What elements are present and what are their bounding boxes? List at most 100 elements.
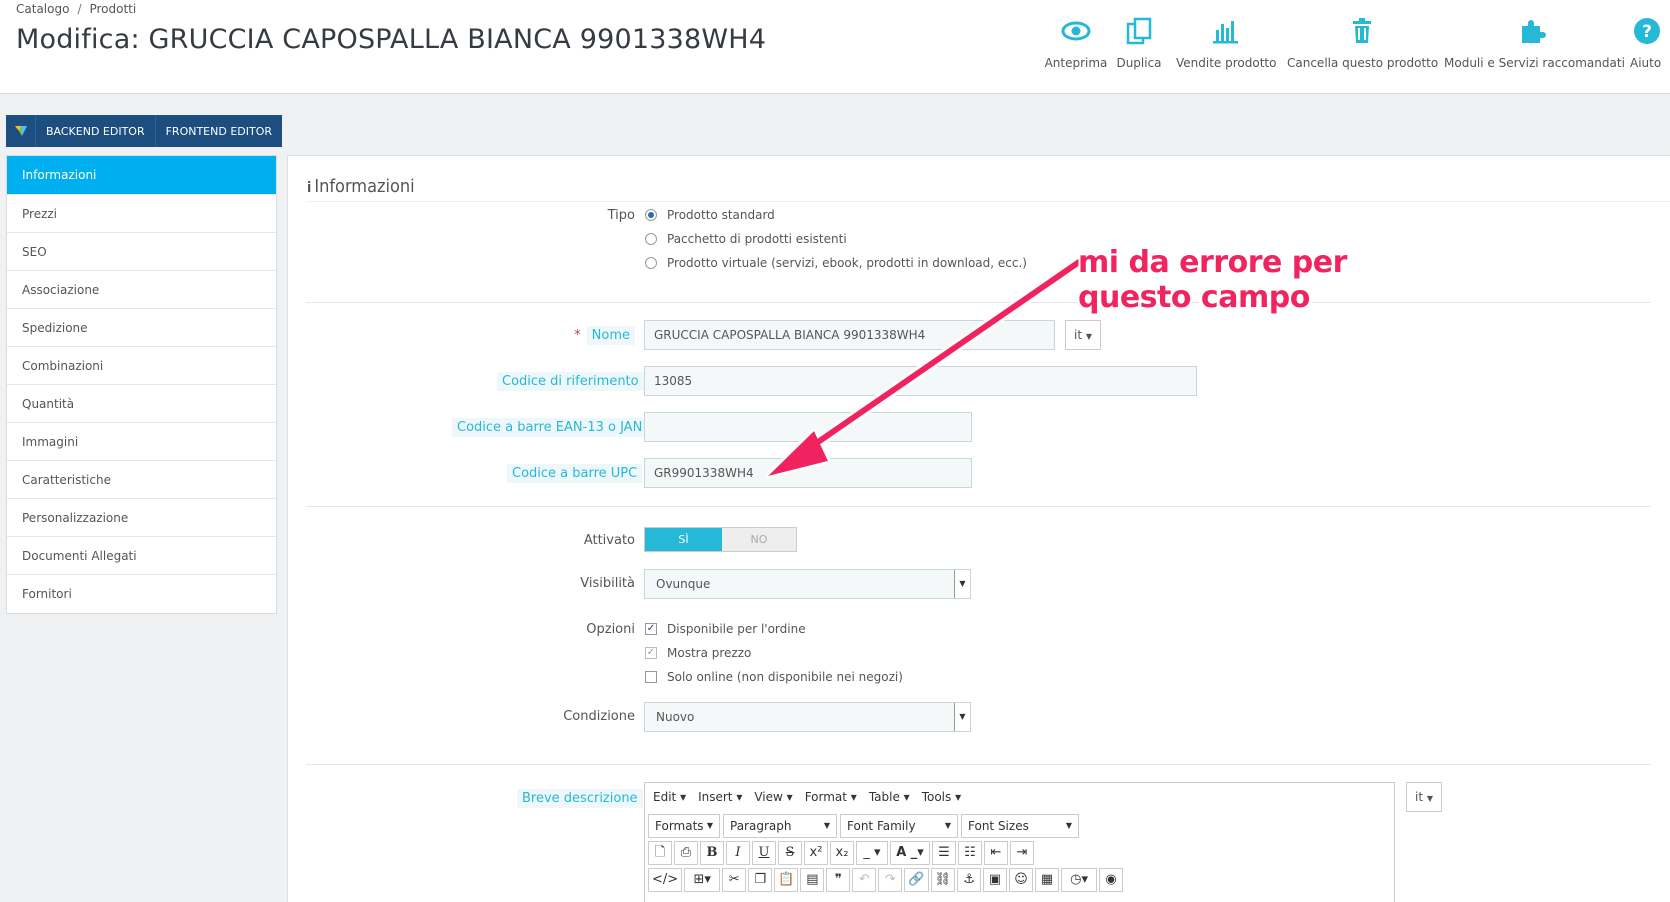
nome-label-wrap: * Nome [560, 326, 635, 345]
visibilita-select[interactable]: Ovunque ▼ [644, 569, 971, 599]
nome-language-button[interactable]: it ▼ [1065, 320, 1102, 350]
text-color-icon[interactable]: A _▾ [890, 841, 930, 865]
print-icon[interactable]: ⎙ [674, 841, 698, 865]
radio-prodotto-virtuale[interactable]: Prodotto virtuale (servizi, ebook, prodo… [645, 256, 1027, 270]
modules-button[interactable]: Moduli e Servizi raccomandati [1444, 14, 1625, 70]
link-icon[interactable]: 🔗 [904, 868, 929, 892]
indent-icon[interactable]: ⇥ [1010, 841, 1034, 865]
subscript-icon[interactable]: x₂ [830, 841, 854, 865]
riferimento-label: Codice di riferimento [497, 372, 644, 391]
outdent-icon[interactable]: ⇤ [984, 841, 1008, 865]
paragraph-dropdown[interactable]: Paragraph ▼ [723, 814, 837, 838]
backend-editor-button[interactable]: BACKEND EDITOR [36, 115, 156, 147]
menu-format[interactable]: Format ▾ [799, 790, 863, 804]
nav-item-seo[interactable]: SEO [7, 233, 276, 271]
nome-input[interactable]: GRUCCIA CAPOSPALLA BIANCA 9901338WH4 [644, 320, 1055, 350]
radio-unchecked-icon [645, 257, 657, 269]
nav-item-immagini[interactable]: Immagini [7, 423, 276, 461]
image-icon[interactable]: ▣ [983, 868, 1008, 892]
cut-icon[interactable]: ✂ [722, 868, 747, 892]
menu-table[interactable]: Table ▾ [863, 790, 916, 804]
condizione-select[interactable]: Nuovo ▼ [644, 702, 971, 732]
formats-dropdown[interactable]: Formats ▼ [648, 814, 720, 838]
svg-text:?: ? [1642, 22, 1652, 42]
divider [306, 764, 1651, 765]
copy-icon[interactable]: ❐ [748, 868, 773, 892]
frontend-editor-button[interactable]: FRONTEND EDITOR [156, 115, 282, 147]
menu-view[interactable]: View ▾ [748, 790, 798, 804]
nav-item-prezzi[interactable]: Prezzi [7, 195, 276, 233]
nav-item-documenti-allegati[interactable]: Documenti Allegati [7, 537, 276, 575]
unlink-icon[interactable]: ⛓ [930, 868, 956, 892]
product-tabs-nav: Informazioni Prezzi SEO Associazione Spe… [6, 155, 277, 614]
editor-format-row: 🗋 ⎙ B I U S x² x₂ _ ▾ A _▾ ☰ ☷ ⇤ ⇥ [648, 841, 1036, 865]
breadcrumb-catalogo[interactable]: Catalogo [16, 2, 69, 16]
upc-label: Codice a barre UPC [507, 464, 643, 483]
menu-insert[interactable]: Insert ▾ [692, 790, 748, 804]
preview-button[interactable]: Anteprima [1041, 14, 1111, 70]
superscript-icon[interactable]: x² [804, 841, 828, 865]
descrizione-language-button[interactable]: it ▼ [1406, 782, 1443, 812]
attivato-toggle[interactable]: SÌ NO [644, 527, 797, 552]
checkbox-checked-icon: ✓ [645, 623, 657, 635]
nav-item-caratteristiche[interactable]: Caratteristiche [7, 461, 276, 499]
divider [306, 302, 1651, 303]
duplicate-button[interactable]: Duplica [1111, 14, 1167, 70]
ean-input[interactable] [644, 412, 972, 442]
blockquote-icon[interactable]: ❞ [826, 868, 851, 892]
checkbox-disponibile-ordine[interactable]: ✓ Disponibile per l'ordine [645, 622, 806, 636]
breve-descrizione-label: Breve descrizione [517, 789, 643, 808]
clock-icon[interactable]: ◷▾ [1061, 868, 1098, 892]
new-document-icon[interactable]: 🗋 [648, 841, 672, 865]
attivato-off[interactable]: NO [722, 528, 796, 551]
breadcrumb-prodotti[interactable]: Prodotti [89, 2, 136, 16]
bold-icon[interactable]: B [700, 841, 724, 865]
media-icon[interactable]: ▦ [1035, 868, 1060, 892]
font-family-dropdown[interactable]: Font Family ▼ [840, 814, 958, 838]
checkbox-solo-online[interactable]: Solo online (non disponibile nei negozi) [645, 670, 903, 684]
help-button[interactable]: ? Aiuto [1630, 14, 1670, 70]
menu-edit[interactable]: Edit ▾ [647, 790, 692, 804]
code-icon[interactable]: </> [648, 868, 683, 892]
nav-item-fornitori[interactable]: Fornitori [7, 575, 276, 613]
paste-icon[interactable]: 📋 [774, 868, 799, 892]
divider [306, 506, 1651, 507]
breadcrumb: Catalogo / Prodotti [16, 2, 137, 16]
italic-icon[interactable]: I [726, 841, 750, 865]
font-sizes-dropdown[interactable]: Font Sizes ▼ [961, 814, 1079, 838]
nav-item-associazione[interactable]: Associazione [7, 271, 276, 309]
underline-color-icon[interactable]: _ ▾ [856, 841, 888, 865]
nav-item-personalizzazione[interactable]: Personalizzazione [7, 499, 276, 537]
nome-label: Nome [586, 326, 635, 345]
nav-item-quantita[interactable]: Quantità [7, 385, 276, 423]
nav-item-informazioni[interactable]: Informazioni [7, 156, 276, 195]
emoticon-icon[interactable]: ☺ [1009, 868, 1034, 892]
error-annotation: mi da errore per questo campo [1078, 245, 1347, 315]
underline-icon[interactable]: U [752, 841, 776, 865]
sales-button[interactable]: Vendite prodotto [1176, 14, 1276, 70]
page-builder-bar: BACKEND EDITOR FRONTEND EDITOR [6, 115, 283, 147]
attivato-on[interactable]: SÌ [645, 528, 722, 551]
radio-pacchetto[interactable]: Pacchetto di prodotti esistenti [645, 232, 847, 246]
radio-prodotto-standard[interactable]: Prodotto standard [645, 208, 775, 222]
paste-text-icon[interactable]: ▤ [800, 868, 825, 892]
nav-item-spedizione[interactable]: Spedizione [7, 309, 276, 347]
table-icon[interactable]: ⊞▾ [684, 868, 721, 892]
riferimento-input[interactable]: 13085 [644, 366, 1197, 396]
nav-item-combinazioni[interactable]: Combinazioni [7, 347, 276, 385]
anchor-icon[interactable]: ⚓ [957, 868, 982, 892]
checkbox-mostra-prezzo[interactable]: ✓ Mostra prezzo [645, 646, 751, 660]
condizione-label: Condizione [563, 709, 635, 724]
menu-tools[interactable]: Tools ▾ [916, 790, 967, 804]
tipo-label: Tipo [607, 208, 635, 223]
upc-input[interactable]: GR9901338WH4 [644, 458, 972, 488]
redo-icon[interactable]: ↷ [878, 868, 903, 892]
delete-button[interactable]: Cancella questo prodotto [1287, 14, 1438, 70]
undo-icon[interactable]: ↶ [852, 868, 877, 892]
preview-eye-icon[interactable]: ◉ [1099, 868, 1124, 892]
bullet-list-icon[interactable]: ☰ [932, 841, 956, 865]
trash-icon [1353, 18, 1371, 43]
strikethrough-icon[interactable]: S [778, 841, 802, 865]
numbered-list-icon[interactable]: ☷ [958, 841, 982, 865]
eye-icon [1061, 21, 1091, 41]
